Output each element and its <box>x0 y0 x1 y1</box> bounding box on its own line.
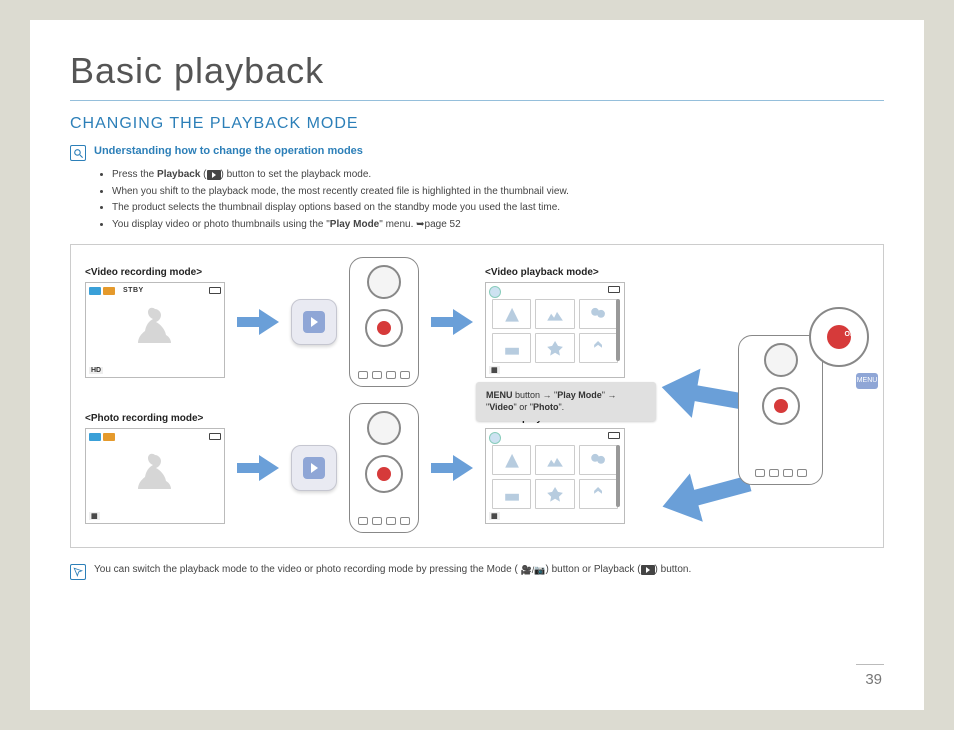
label-video-record: <Video recording mode> <box>85 267 225 278</box>
diagram-box: <Video recording mode> STBY HD <box>70 244 884 548</box>
ok-label: OK <box>845 331 856 338</box>
hd-tag: HD <box>89 367 103 374</box>
res-tag: ▦ <box>489 512 500 520</box>
arrow-right-icon <box>431 309 473 335</box>
note-icon <box>70 564 86 580</box>
screen-photo-play: ▦ <box>485 428 625 524</box>
chip-icon <box>103 287 115 295</box>
bullet-2: When you shift to the playback mode, the… <box>112 184 884 200</box>
page-title: Basic playback <box>70 50 884 92</box>
menu-button-illustration: MENU <box>856 373 878 389</box>
footer-text: You can switch the playback mode to the … <box>94 564 691 576</box>
scrollbar <box>616 299 620 361</box>
battery-icon <box>209 287 221 294</box>
title-rule <box>70 100 884 101</box>
label-video-play: <Video playback mode> <box>485 267 625 278</box>
magnifier-icon <box>70 145 86 161</box>
arrow-right-icon <box>237 455 279 481</box>
res-tag: ▦ <box>489 366 500 374</box>
chip-icon <box>89 287 101 295</box>
menu-callout: MENU button → "Play Mode" → "Video" or "… <box>476 382 656 421</box>
stby-label: STBY <box>123 287 144 294</box>
playback-icon <box>207 170 221 180</box>
playback-icon <box>641 565 655 575</box>
scrollbar <box>616 445 620 507</box>
chip-icon <box>103 433 115 441</box>
camcorder-large <box>738 335 823 485</box>
subhead-row: Understanding how to change the operatio… <box>70 145 884 161</box>
bullet-3: The product selects the thumbnail displa… <box>112 200 884 216</box>
section-heading: CHANGING THE PLAYBACK MODE <box>70 115 884 133</box>
res-tag: ▦ <box>89 512 100 520</box>
page-number: 39 <box>865 671 882 688</box>
battery-icon <box>608 286 620 293</box>
page-number-rule <box>856 664 884 665</box>
video-mode-icon: 🎥/📷 <box>521 565 546 576</box>
label-photo-record: <Photo recording mode> <box>85 413 225 424</box>
globe-icon <box>489 432 501 444</box>
arrow-right-icon <box>431 455 473 481</box>
manual-page: Basic playback CHANGING THE PLAYBACK MOD… <box>30 20 924 710</box>
person-silhouette <box>130 449 180 509</box>
person-silhouette <box>130 303 180 363</box>
arrow-right-icon <box>237 309 279 335</box>
battery-icon <box>209 433 221 440</box>
camcorder-illustration <box>349 257 419 387</box>
globe-icon <box>489 286 501 298</box>
subhead-text: Understanding how to change the operatio… <box>94 145 363 157</box>
dpad-enlarged <box>809 307 869 367</box>
playback-button <box>291 445 337 491</box>
screen-video-play: ▦ <box>485 282 625 378</box>
camcorder-illustration <box>349 403 419 533</box>
battery-icon <box>608 432 620 439</box>
bullet-1: Press the Playback () button to set the … <box>112 167 884 183</box>
footer-note: You can switch the playback mode to the … <box>70 564 884 580</box>
screen-photo-record: ▦ <box>85 428 225 524</box>
chip-icon <box>89 433 101 441</box>
bullet-list: Press the Playback () button to set the … <box>70 167 884 232</box>
screen-video-record: STBY HD <box>85 282 225 378</box>
playback-button <box>291 299 337 345</box>
bullet-4: You display video or photo thumbnails us… <box>112 217 884 233</box>
